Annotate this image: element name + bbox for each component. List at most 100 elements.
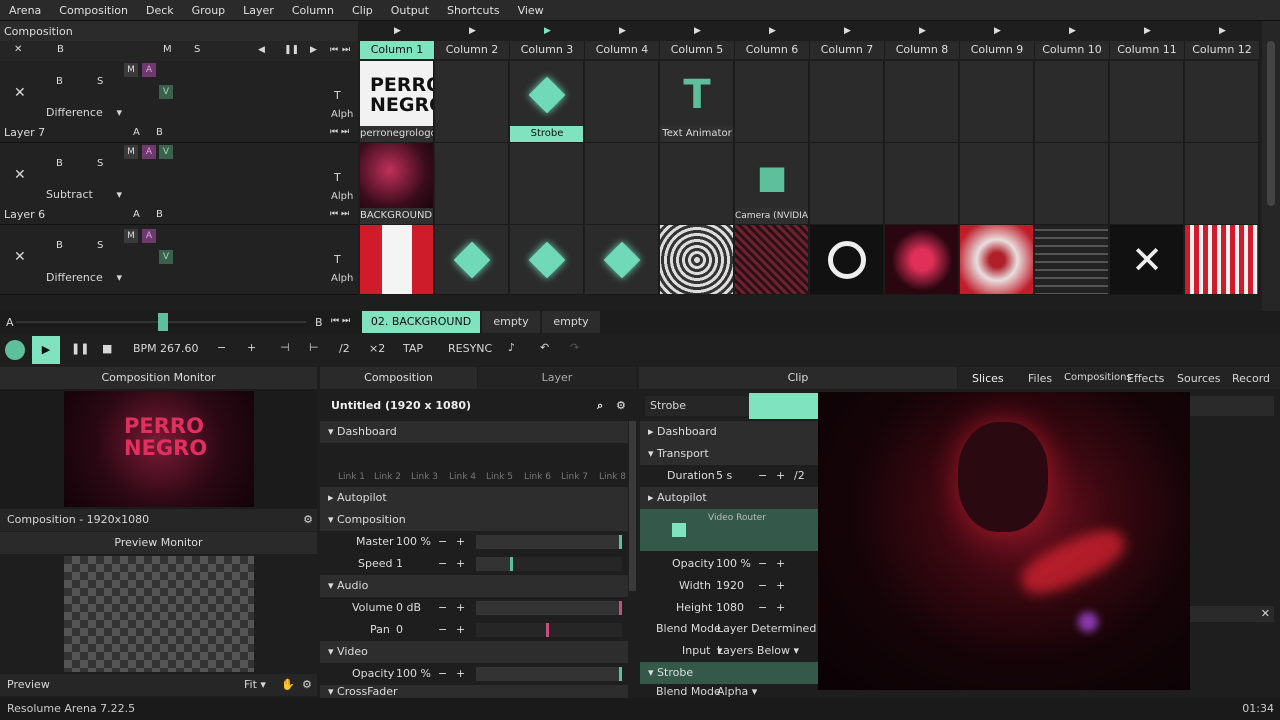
layer-mute-tag[interactable]: M [124,229,138,243]
fit-select[interactable]: Fit ▾ [244,674,266,696]
link-knob[interactable]: Link 6 [524,472,551,482]
column-12-label[interactable]: Column 12 [1185,41,1260,59]
clip-cell[interactable]: ■ Camera (NVIDIA B... [735,143,809,225]
clip-cell-empty[interactable] [960,143,1034,225]
clip-opacity-increase[interactable]: + [776,553,785,575]
column-2-trigger-icon[interactable]: ▶ [435,21,510,41]
video-section[interactable]: ▾ Video [320,641,628,663]
clip-cell-empty[interactable] [1110,61,1184,143]
pan-value[interactable]: 0 [396,619,403,641]
layer-solo-button[interactable]: S [97,158,103,169]
right-panel-search[interactable] [1190,396,1274,416]
column-4-label[interactable]: Column 4 [585,41,660,59]
clip-cell-empty[interactable] [1035,143,1109,225]
column-3-header[interactable]: ▶ Column 3 [510,21,585,61]
column-8-header[interactable]: ▶ Column 8 [885,21,960,61]
layer-solo-button[interactable]: S [97,76,103,87]
input-select[interactable]: Layers Below ▾ [717,640,799,662]
column-7-header[interactable]: ▶ Column 7 [810,21,885,61]
tab-composition[interactable]: Composition [320,367,477,389]
redo-icon[interactable]: ↷ [570,341,579,354]
column-8-trigger-icon[interactable]: ▶ [885,21,960,41]
layer-t-label[interactable]: T [334,89,341,102]
column-10-label[interactable]: Column 10 [1035,41,1110,59]
clip-cell-empty[interactable] [960,61,1034,143]
column-6-header[interactable]: ▶ Column 6 [735,21,810,61]
tab-clip[interactable]: Clip [639,367,957,389]
tab-effects[interactable]: Effects [1127,372,1164,385]
deck-skip-icon[interactable]: ⏮ ⏭ [331,316,350,326]
clip-cell[interactable] [360,225,434,295]
next-column-icon[interactable]: ▶ [310,45,317,55]
search-icon[interactable]: ⌕ [597,395,603,417]
tab-layer[interactable]: Layer [478,367,636,389]
speed-increase[interactable]: + [456,553,465,575]
column-6-label[interactable]: Column 6 [735,41,810,59]
prev-column-icon[interactable]: ◀ [258,45,265,55]
opacity-value[interactable]: 100 % [396,663,431,685]
layer-alpha-label[interactable]: Alph [331,273,353,284]
audio-section[interactable]: ▾ Audio [320,575,628,597]
layer-audio-tag[interactable]: A [142,229,156,243]
composition-solo-button[interactable]: S [194,44,200,55]
layer-crossfade-b[interactable]: B [156,209,163,220]
volume-increase[interactable]: + [456,597,465,619]
link-knob[interactable]: Link 2 [374,472,401,482]
column-12-header[interactable]: ▶ Column 12 [1185,21,1260,61]
nudge-back-icon[interactable]: ⊣ [280,341,290,354]
layer-video-tag[interactable]: V [159,145,173,159]
column-9-label[interactable]: Column 9 [960,41,1035,59]
layer-name[interactable]: Layer 6 [4,208,45,221]
column-12-trigger-icon[interactable]: ▶ [1185,21,1260,41]
clip-cell[interactable]: PERRO NEGRO perronegrologo [360,61,434,143]
tap-button[interactable]: TAP [403,342,423,355]
volume-decrease[interactable]: − [438,597,447,619]
menu-arena[interactable]: Arena [0,4,50,17]
gear-icon[interactable]: ⚙ [616,395,626,417]
column-1-trigger-icon[interactable]: ▶ [360,21,435,41]
menu-deck[interactable]: Deck [137,4,183,17]
clip-cell[interactable] [585,225,659,295]
master-value[interactable]: 100 % [396,531,431,553]
bpm-value[interactable]: 267.60 [160,342,199,355]
composition-section[interactable]: ▾ Composition [320,509,628,531]
width-increase[interactable]: + [776,575,785,597]
clip-cell-empty[interactable] [585,143,659,225]
column-8-label[interactable]: Column 8 [885,41,960,59]
clip-cell-empty[interactable] [435,143,509,225]
layer-skip-icon[interactable]: ⏮ ⏭ [330,209,349,219]
clip-cell-empty[interactable] [510,143,584,225]
gear-icon[interactable]: ⚙ [302,674,312,696]
composition-bypass-button[interactable]: B [57,44,64,55]
strobe-blend-select[interactable]: Alpha ▾ [717,685,757,698]
play-button[interactable]: ▶ [32,336,60,364]
layer-mute-tag[interactable]: M [124,63,138,77]
video-router-block[interactable]: Video Router [640,509,818,551]
clip-dashboard-section[interactable]: ▸ Dashboard [640,421,818,443]
clip-cell-empty[interactable] [735,61,809,143]
tab-files[interactable]: Files [1028,372,1052,385]
clip-cell[interactable] [660,225,734,295]
opacity-increase[interactable]: + [456,663,465,685]
tab-slices[interactable]: Slices [972,372,1004,385]
column-5-label[interactable]: Column 5 [660,41,735,59]
clip-cell-empty[interactable] [885,61,959,143]
right-panel-row[interactable]: ✕ [1190,606,1274,622]
metronome-icon[interactable] [5,340,25,360]
link-knob[interactable]: Link 1 [338,472,365,482]
layer-solo-button[interactable]: S [97,240,103,251]
column-3-trigger-icon[interactable]: ▶ [510,21,585,41]
bpm-double-button[interactable]: ×2 [369,342,385,355]
column-1-label[interactable]: Column 1 [360,41,435,59]
menu-group[interactable]: Group [183,4,235,17]
clip-cell-empty[interactable] [660,143,734,225]
clip-opacity-value[interactable]: 100 % [716,553,751,575]
tab-record[interactable]: Record [1232,372,1270,385]
deck-tab[interactable]: empty [482,311,540,333]
layer-clear-icon[interactable]: ✕ [14,167,26,183]
column-3-label[interactable]: Column 3 [510,41,585,59]
column-11-header[interactable]: ▶ Column 11 [1110,21,1185,61]
master-decrease[interactable]: − [438,531,447,553]
opacity-decrease[interactable]: − [438,663,447,685]
clip-cell-empty[interactable] [1185,143,1259,225]
